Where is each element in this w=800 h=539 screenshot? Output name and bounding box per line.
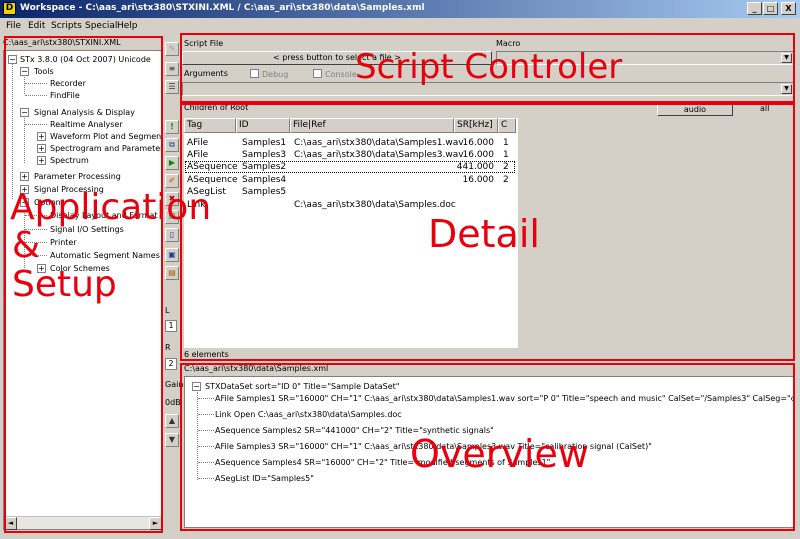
open-folder-icon[interactable]: ▤ <box>165 266 179 280</box>
script-list-icon[interactable]: ≡ <box>165 62 179 76</box>
title-bar: D Workspace - C:\aas_ari\stx380\STXINI.X… <box>0 0 800 18</box>
play-icon[interactable]: ▶ <box>165 156 179 170</box>
gain-up-arrow-icon[interactable]: ▲ <box>165 414 179 428</box>
edit-icon[interactable]: ✐ <box>165 174 179 188</box>
channel-left-label: L <box>165 306 170 315</box>
channel-left-field[interactable]: 1 <box>165 320 177 332</box>
gain-down-arrow-icon[interactable]: ▼ <box>165 433 179 447</box>
vertical-toolbar: ✎ ≡ ☰ ! ⧉ ▶ ✐ ✖ ☑ ▯ ▣ ▤ L 1 R 2 Gain 0dB… <box>164 38 183 533</box>
menu-scripts[interactable]: Scripts <box>51 21 82 31</box>
channel-right-label: R <box>165 343 171 352</box>
save-icon[interactable]: ▣ <box>165 248 179 262</box>
menu-help[interactable]: Help <box>117 21 138 31</box>
ampersand-annotation: & <box>12 225 41 266</box>
menu-file[interactable]: File <box>6 21 21 31</box>
edit-pencil-icon[interactable]: ✎ <box>165 42 179 56</box>
close-button[interactable]: X <box>781 2 796 15</box>
window-title: Workspace - C:\aas_ari\stx380\STXINI.XML… <box>20 3 425 13</box>
channel-right-field[interactable]: 2 <box>165 358 177 370</box>
minimize-button[interactable]: _ <box>747 2 762 15</box>
new-file-icon[interactable]: ▯ <box>165 228 179 242</box>
alert-icon[interactable]: ! <box>165 120 179 134</box>
script-controller-annotation: Script Controler <box>355 47 623 87</box>
setup-annotation: Setup <box>12 264 117 305</box>
application-annotation: Application <box>10 187 212 228</box>
maximize-button[interactable]: □ <box>763 2 778 15</box>
script-run-list-icon[interactable]: ☰ <box>165 80 179 94</box>
copy-icon[interactable]: ⧉ <box>165 138 179 152</box>
menu-special[interactable]: Special <box>85 21 117 31</box>
gain-value: 0dB <box>165 398 181 407</box>
app-icon: D <box>3 2 16 15</box>
menu-edit[interactable]: Edit <box>28 21 45 31</box>
detail-annotation: Detail <box>428 212 540 256</box>
overview-annotation: Overview <box>410 432 589 476</box>
